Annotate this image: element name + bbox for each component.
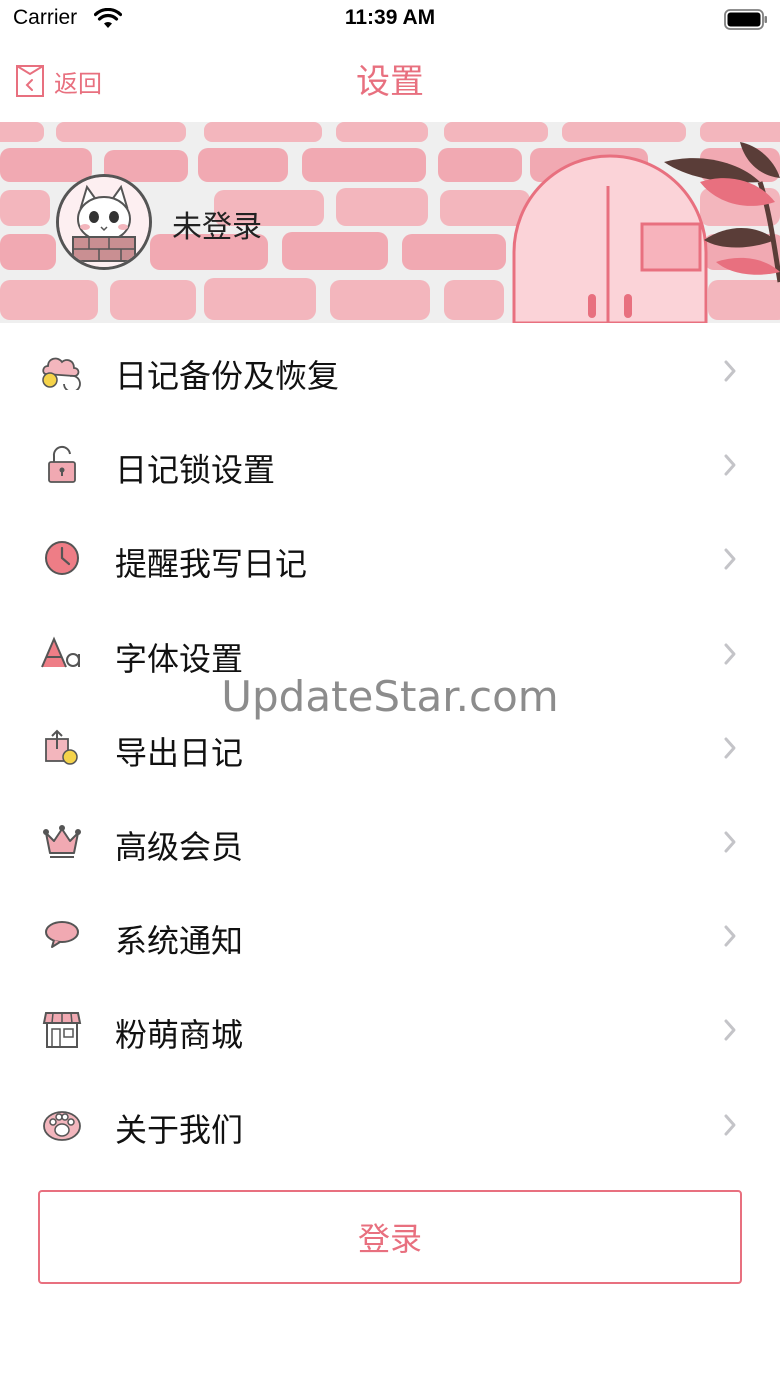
crown-icon xyxy=(43,824,81,858)
clock-icon xyxy=(45,541,79,576)
login-button[interactable]: 登录 xyxy=(38,1190,742,1284)
chevron-right-icon xyxy=(724,643,736,665)
menu-label: 导出日记 xyxy=(115,733,244,772)
menu-item-font[interactable]: 字体设置 xyxy=(0,606,780,700)
chevron-right-icon xyxy=(724,1019,736,1041)
status-bar: Carrier 11:39 AM xyxy=(0,0,780,40)
chevron-right-icon xyxy=(724,548,736,570)
chevron-right-icon xyxy=(724,925,736,947)
chevron-right-icon xyxy=(724,1114,736,1135)
menu-label: 关于我们 xyxy=(115,1110,244,1149)
menu-label: 字体设置 xyxy=(115,639,244,678)
speech-bubble-icon xyxy=(45,921,79,949)
chevron-right-icon xyxy=(724,737,736,759)
menu-label: 日记备份及恢复 xyxy=(115,357,340,395)
font-icon xyxy=(41,636,80,667)
menu-item-vip[interactable]: 高级会员 xyxy=(0,794,780,888)
settings-menu: 日记备份及恢复 日记锁设置 提醒我写日记 字体设置 导出日记 高级会员 系统通知… xyxy=(0,323,780,1171)
menu-label: 高级会员 xyxy=(115,827,244,866)
menu-item-about[interactable]: 关于我们 xyxy=(0,1077,780,1171)
chevron-right-icon xyxy=(724,454,736,476)
cat-avatar-icon xyxy=(59,177,149,267)
chevron-right-icon xyxy=(724,360,736,382)
navigation-bar: 返回 设置 xyxy=(0,40,780,122)
avatar[interactable] xyxy=(56,174,152,270)
menu-label: 系统通知 xyxy=(115,922,244,961)
export-icon xyxy=(45,729,78,765)
status-time: 11:39 AM xyxy=(344,6,436,29)
menu-item-store[interactable]: 粉萌商城 xyxy=(0,982,780,1076)
menu-item-reminder[interactable]: 提醒我写日记 xyxy=(0,511,780,605)
cloud-backup-icon xyxy=(42,357,81,390)
lock-icon xyxy=(48,446,76,484)
menu-label: 提醒我写日记 xyxy=(115,545,308,584)
menu-label: 粉萌商城 xyxy=(115,1016,244,1055)
page-title: 设置 xyxy=(356,62,424,102)
paw-icon xyxy=(43,1110,81,1141)
menu-item-backup[interactable]: 日记备份及恢复 xyxy=(0,323,780,417)
login-status-label[interactable]: 未登录 xyxy=(172,202,262,246)
menu-item-notifications[interactable]: 系统通知 xyxy=(0,888,780,982)
chevron-right-icon xyxy=(724,831,736,853)
battery-icon xyxy=(724,9,767,30)
menu-label: 日记锁设置 xyxy=(115,451,276,490)
store-icon xyxy=(42,1012,82,1049)
menu-item-export[interactable]: 导出日记 xyxy=(0,700,780,794)
menu-item-diary-lock[interactable]: 日记锁设置 xyxy=(0,417,780,511)
